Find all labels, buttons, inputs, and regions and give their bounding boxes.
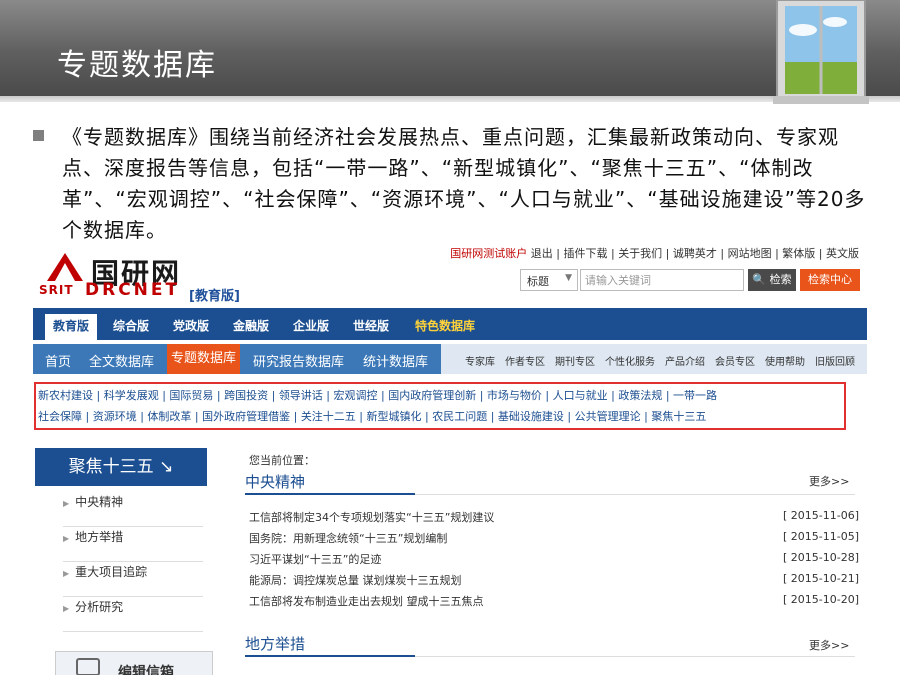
news-item[interactable]: 能源局：调控煤炭总量 谋划煤炭十三五规划[ 2015-10-21]: [249, 572, 859, 590]
category-link[interactable]: 新农村建设: [38, 389, 93, 402]
logo-edition: [教育版]: [189, 289, 240, 304]
editor-mailbox[interactable]: 编辑信箱: [55, 651, 213, 675]
nav-members[interactable]: 会员专区: [715, 353, 755, 368]
category-link[interactable]: 农民工问题: [432, 410, 487, 423]
search-type-select[interactable]: 标题 ▼: [520, 269, 578, 291]
nav-journals[interactable]: 期刊专区: [555, 353, 595, 368]
link-logout[interactable]: 退出: [531, 247, 553, 260]
sidebar-title: 聚焦十三五 ↘: [35, 448, 207, 486]
tab-enterprise[interactable]: 企业版: [293, 317, 329, 334]
search-input[interactable]: 请输入关键词: [580, 269, 744, 291]
breadcrumb: 您当前位置：: [249, 454, 315, 467]
category-link[interactable]: 聚焦十三五: [651, 410, 706, 423]
category-row-2: 社会保障 | 资源环境 | 体制改革 | 国外政府管理借鉴 | 关注十二五 | …: [38, 410, 707, 423]
link-traditional[interactable]: 繁体版: [782, 247, 815, 260]
news-item[interactable]: 工信部将制定34个专项规划落实“十三五”规划建议[ 2015-11-06]: [249, 509, 859, 527]
category-link[interactable]: 跨国投资: [224, 389, 268, 402]
section-underline: [245, 655, 415, 657]
category-link[interactable]: 资源环境: [93, 410, 137, 423]
sidebar-item-local[interactable]: ▶ 地方举措: [63, 528, 203, 562]
tab-finance[interactable]: 金融版: [233, 317, 269, 334]
tab-general[interactable]: 综合版: [113, 317, 149, 334]
nav-experts[interactable]: 专家库: [465, 353, 495, 368]
tab-party[interactable]: 党政版: [173, 317, 209, 334]
tab-edu[interactable]: 教育版: [45, 314, 98, 340]
search-icon: 🔍: [752, 273, 767, 286]
link-sitemap[interactable]: 网站地图: [728, 247, 772, 260]
nav-authors[interactable]: 作者专区: [505, 353, 545, 368]
triangle-right-icon: ▶: [63, 569, 70, 578]
website-screenshot: 国研网测试账户 退出 | 插件下载 | 关于我们 | 诚聘英才 | 网站地图 |…: [33, 241, 867, 675]
category-link[interactable]: 宏观调控: [334, 389, 378, 402]
slide-header: 专题数据库: [0, 0, 900, 96]
header-strip: [0, 96, 900, 102]
category-link[interactable]: 政策法规: [618, 389, 662, 402]
category-box: 新农村建设 | 科学发展观 | 国际贸易 | 跨国投资 | 领导讲话 | 宏观调…: [34, 382, 846, 430]
category-link[interactable]: 公共管理理论: [575, 410, 641, 423]
edition-nav: 教育版 综合版 党政版 金融版 企业版 世经版 特色数据库: [33, 308, 867, 340]
chevron-down-icon: ▼: [565, 273, 572, 283]
nav-help[interactable]: 使用帮助: [765, 353, 805, 368]
link-about[interactable]: 关于我们: [618, 247, 662, 260]
category-link[interactable]: 人口与就业: [553, 389, 608, 402]
more-link-local[interactable]: 更多>>: [809, 637, 849, 653]
sidebar-item-analysis[interactable]: ▶ 分析研究: [63, 598, 203, 632]
bullet-marker: [33, 130, 44, 141]
account-name: 国研网测试账户: [450, 247, 528, 260]
nav-home[interactable]: 首页: [45, 351, 71, 370]
slide-title: 专题数据库: [57, 48, 217, 83]
news-item[interactable]: 国务院：用新理念统领“十三五”规划编制[ 2015-11-05]: [249, 530, 859, 548]
category-link[interactable]: 新型城镇化: [367, 410, 422, 423]
category-link[interactable]: 领导讲话: [279, 389, 323, 402]
sidebar-item-projects[interactable]: ▶ 重大项目追踪: [63, 563, 203, 597]
sidebar-item-central[interactable]: ▶ 中央精神: [63, 493, 203, 527]
nav-personal[interactable]: 个性化服务: [605, 353, 655, 368]
category-link[interactable]: 关注十二五: [301, 410, 356, 423]
news-item[interactable]: 工信部将发布制造业走出去规划 望成十三五焦点[ 2015-10-20]: [249, 593, 859, 611]
triangle-right-icon: ▶: [63, 534, 70, 543]
nav-fulltext-db[interactable]: 全文数据库: [89, 351, 154, 370]
nav-old-version[interactable]: 旧版回顾: [815, 353, 855, 368]
link-english[interactable]: 英文版: [826, 247, 859, 260]
logo-en-left: SRIT: [39, 283, 74, 297]
logo-mark-icon: [47, 253, 83, 281]
search-center-button[interactable]: 检索中心: [800, 269, 860, 291]
link-jobs[interactable]: 诚聘英才: [673, 247, 717, 260]
section-title-local: 地方举措: [245, 635, 306, 653]
category-link[interactable]: 社会保障: [38, 410, 82, 423]
nav-topic-db[interactable]: 专题数据库: [167, 344, 241, 374]
news-item[interactable]: 习近平谋划“十三五”的足迹[ 2015-10-28]: [249, 551, 859, 569]
triangle-right-icon: ▶: [63, 499, 70, 508]
logo-en-right: DRCNET: [85, 280, 181, 300]
section-title-central: 中央精神: [245, 473, 306, 491]
link-plugin[interactable]: 插件下载: [563, 247, 607, 260]
category-link[interactable]: 国内政府管理创新: [388, 389, 476, 402]
category-link[interactable]: 科学发展观: [104, 389, 159, 402]
section-underline: [245, 493, 415, 495]
category-link[interactable]: 市场与物价: [487, 389, 542, 402]
triangle-right-icon: ▶: [63, 604, 70, 613]
mail-icon: [76, 658, 100, 675]
tab-world[interactable]: 世经版: [353, 317, 389, 334]
top-links: 国研网测试账户 退出 | 插件下载 | 关于我们 | 诚聘英才 | 网站地图 |…: [450, 247, 859, 260]
bullet-text: 《专题数据库》围绕当前经济社会发展热点、重点问题，汇集最新政策动向、专家观点、深…: [62, 125, 866, 242]
category-link[interactable]: 国外政府管理借鉴: [202, 410, 290, 423]
category-link[interactable]: 基础设施建设: [498, 410, 564, 423]
tab-special-db[interactable]: 特色数据库: [415, 317, 475, 334]
nav-report-db[interactable]: 研究报告数据库: [253, 351, 344, 370]
category-link[interactable]: 一带一路: [673, 389, 717, 402]
category-link[interactable]: 体制改革: [147, 410, 191, 423]
category-row-1: 新农村建设 | 科学发展观 | 国际贸易 | 跨国投资 | 领导讲话 | 宏观调…: [38, 389, 718, 402]
nav-stats-db[interactable]: 统计数据库: [363, 351, 428, 370]
search-bar: 标题 ▼ 请输入关键词 🔍 检索 检索中心: [520, 269, 860, 291]
window-icon: [773, 0, 869, 104]
site-logo[interactable]: 国研网 SRIT DRCNET [教育版]: [39, 249, 279, 304]
nav-products[interactable]: 产品介绍: [665, 353, 705, 368]
db-nav: 首页 全文数据库 专题数据库 研究报告数据库 统计数据库 专家库 作者专区 期刊…: [33, 344, 867, 374]
bullet-block: 《专题数据库》围绕当前经济社会发展热点、重点问题，汇集最新政策动向、专家观点、深…: [33, 122, 873, 246]
category-link[interactable]: 国际贸易: [169, 389, 213, 402]
more-link-central[interactable]: 更多>>: [809, 473, 849, 489]
search-button[interactable]: 🔍 检索: [748, 269, 796, 291]
